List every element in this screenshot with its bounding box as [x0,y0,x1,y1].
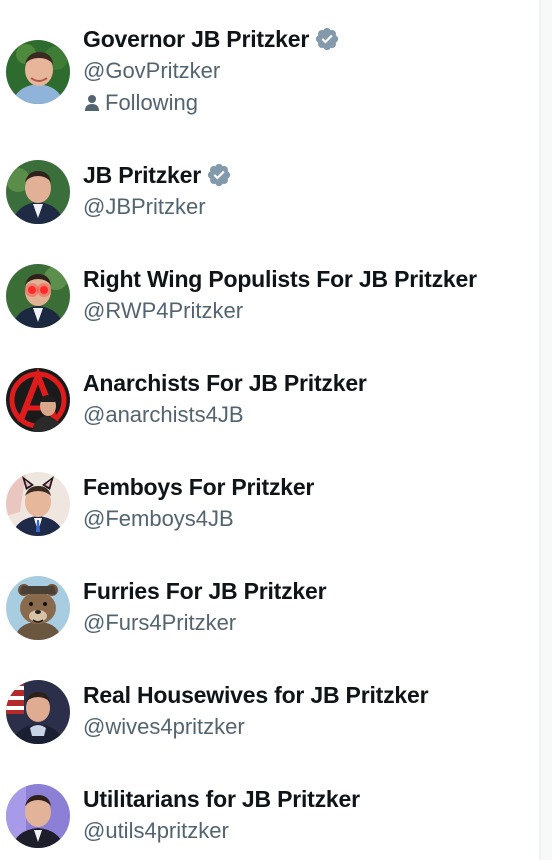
display-name[interactable]: Furries For JB Pritzker [83,578,327,605]
name-row: JB Pritzker [83,160,232,190]
handle[interactable]: @Furs4Pritzker [83,610,236,636]
account-row-wives4pritzker[interactable]: Real Housewives for JB Pritzker @wives4p… [0,664,539,768]
account-row-anarchists4jb[interactable]: Anarchists For JB Pritzker @anarchists4J… [0,352,539,456]
display-name[interactable]: Governor JB Pritzker [83,26,309,53]
handle[interactable]: @wives4pritzker [83,714,245,740]
following-indicator: Following [83,90,198,116]
handle[interactable]: @Femboys4JB [83,506,234,532]
avatar[interactable] [6,784,70,848]
name-row: Governor JB Pritzker [83,24,340,54]
handle[interactable]: @utils4pritzker [83,818,229,844]
account-row-furs4pritzker[interactable]: Furries For JB Pritzker @Furs4Pritzker [0,560,539,664]
avatar[interactable] [6,160,70,224]
following-list-page: Governor JB Pritzker @GovPritzker Follow… [0,0,552,860]
name-row: Femboys For Pritzker [83,472,314,502]
display-name[interactable]: Femboys For Pritzker [83,474,314,501]
verified-badge-icon [207,163,231,187]
avatar[interactable] [6,472,70,536]
account-row-govpritzker[interactable]: Governor JB Pritzker @GovPritzker Follow… [0,0,539,115]
name-row: Real Housewives for JB Pritzker [83,680,429,710]
display-name[interactable]: Right Wing Populists For JB Pritzker [83,266,477,293]
handle[interactable]: @GovPritzker [83,58,220,84]
handle[interactable]: @anarchists4JB [83,402,244,428]
display-name[interactable]: Anarchists For JB Pritzker [83,370,367,397]
account-row-utils4pritzker[interactable]: Utilitarians for JB Pritzker @utils4prit… [0,768,539,860]
following-label: Following [105,90,198,115]
display-name[interactable]: Real Housewives for JB Pritzker [83,682,429,709]
verified-badge-icon [315,27,339,51]
avatar[interactable] [6,40,70,104]
avatar[interactable] [6,368,70,432]
name-row: Utilitarians for JB Pritzker [83,784,360,814]
right-gutter [541,0,552,860]
handle[interactable]: @RWP4Pritzker [83,298,243,324]
avatar[interactable] [6,680,70,744]
display-name[interactable]: Utilitarians for JB Pritzker [83,786,360,813]
name-row: Right Wing Populists For JB Pritzker [83,264,477,294]
account-row-jbpritzker[interactable]: JB Pritzker @JBPritzker [0,144,539,248]
account-row-femboys4jb[interactable]: Femboys For Pritzker @Femboys4JB [0,456,539,560]
name-row: Anarchists For JB Pritzker [83,368,367,398]
account-row-rwp4pritzker[interactable]: Right Wing Populists For JB Pritzker @RW… [0,248,539,352]
avatar[interactable] [6,576,70,640]
avatar[interactable] [6,264,70,328]
name-row: Furries For JB Pritzker [83,576,327,606]
handle[interactable]: @JBPritzker [83,194,206,220]
person-icon [85,95,99,111]
display-name[interactable]: JB Pritzker [83,162,201,189]
